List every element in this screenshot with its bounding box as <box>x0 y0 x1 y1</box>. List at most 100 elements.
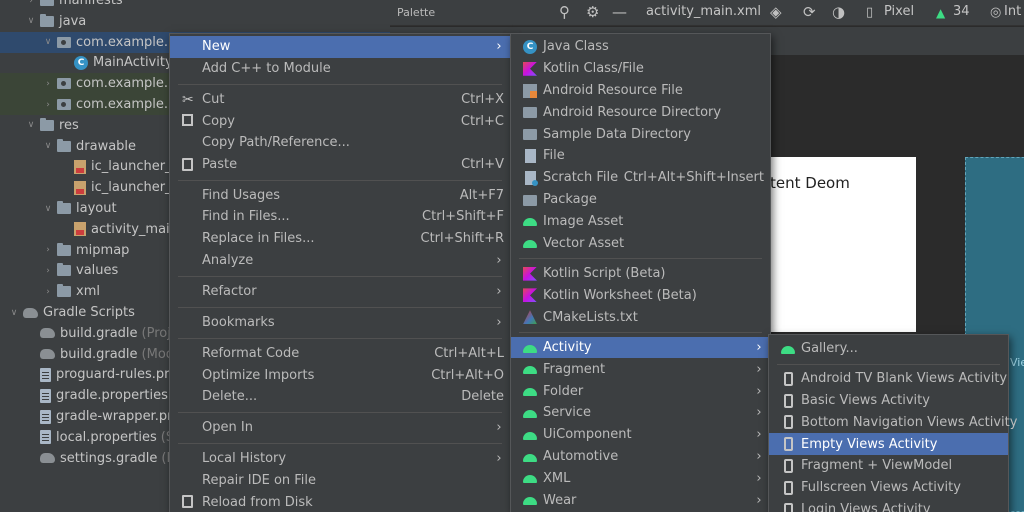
new-item-sample-data-directory[interactable]: Sample Data Directory <box>511 123 770 145</box>
menu-item-bookmarks[interactable]: Bookmarks › <box>170 312 510 334</box>
new-item-service[interactable]: Service › <box>511 402 770 424</box>
chevron-down-icon[interactable]: ∨ <box>25 120 37 130</box>
menu-item-reload-from-disk[interactable]: Reload from Disk <box>170 491 510 512</box>
activity-item-fullscreen-views-activity[interactable]: Fullscreen Views Activity <box>769 477 1008 499</box>
menu-item-paste[interactable]: Paste Ctrl+V <box>170 154 510 176</box>
new-item-uicomponent[interactable]: UiComponent › <box>511 424 770 446</box>
menu-separator <box>519 332 762 334</box>
menu-item-delete[interactable]: Delete... Delete <box>170 386 510 408</box>
menu-item-find-in-files[interactable]: Find in Files... Ctrl+Shift+F <box>170 206 510 228</box>
new-item-package[interactable]: Package <box>511 189 770 211</box>
minimize-icon[interactable]: — <box>612 3 627 21</box>
tree-row-java[interactable]: ∨ java <box>0 11 390 32</box>
new-item-folder[interactable]: Folder › <box>511 380 770 402</box>
orientation-icon[interactable]: ⟳ <box>803 3 816 21</box>
menu-item-local-history[interactable]: Local History › <box>170 448 510 470</box>
activity-item-empty-views-activity[interactable]: Empty Views Activity <box>769 433 1008 455</box>
chevron-down-icon[interactable]: ∨ <box>42 141 54 151</box>
activity-item-login-views-activity[interactable]: Login Views Activity <box>769 499 1008 512</box>
layout-file-tab[interactable]: activity_main.xml <box>646 4 761 19</box>
tree-row-manifests[interactable]: › manifests <box>0 0 390 11</box>
kotlin-icon <box>523 266 537 281</box>
new-item-fragment[interactable]: Fragment › <box>511 358 770 380</box>
globe-icon[interactable]: ◎ <box>990 5 1001 20</box>
new-item-android-resource-directory[interactable]: Android Resource Directory <box>511 101 770 123</box>
new-item-kotlin-worksheet-beta[interactable]: Kotlin Worksheet (Beta) <box>511 284 770 306</box>
menu-item-open-in[interactable]: Open In › <box>170 417 510 439</box>
new-item-vector-asset[interactable]: Vector Asset <box>511 232 770 254</box>
menu-item-analyze[interactable]: Analyze › <box>170 249 510 271</box>
menu-item-new[interactable]: New › <box>170 36 510 58</box>
chevron-right-icon[interactable]: › <box>42 79 54 89</box>
new-item-automotive[interactable]: Automotive › <box>511 446 770 468</box>
api-level-selector[interactable]: 34 <box>953 4 970 19</box>
device-icon[interactable]: ▯ <box>866 5 873 20</box>
menu-item-label: Open In <box>202 420 253 436</box>
chevron-right-icon[interactable]: › <box>42 287 54 297</box>
new-item-kotlin-class-file[interactable]: Kotlin Class/File <box>511 58 770 80</box>
menu-item-refactor[interactable]: Refactor › <box>170 281 510 303</box>
gear-icon[interactable]: ⚙ <box>586 3 599 21</box>
chevron-down-icon[interactable]: ∨ <box>25 16 37 26</box>
new-item-activity[interactable]: Activity › <box>511 336 770 359</box>
menu-item-copy[interactable]: Copy Ctrl+C <box>170 110 510 132</box>
new-item-android-resource-file[interactable]: Android Resource File <box>511 80 770 102</box>
new-item-cmakelists-txt[interactable]: CMakeLists.txt <box>511 306 770 328</box>
new-submenu: C Java Class Kotlin Class/File Android Reso… <box>510 33 771 512</box>
chevron-down-icon[interactable]: ∨ <box>42 37 54 47</box>
night-mode-icon[interactable]: ◑ <box>832 3 845 21</box>
locale-selector[interactable]: Int <box>1004 4 1021 19</box>
menu-item-reformat-code[interactable]: Reformat Code Ctrl+Alt+L <box>170 343 510 365</box>
preview-textview[interactable]: tent Deom <box>770 174 850 192</box>
submenu-arrow-icon: › <box>756 492 762 508</box>
menu-item-cut[interactable]: ✂ Cut Ctrl+X <box>170 89 510 111</box>
search-icon[interactable]: ⚲ <box>559 3 570 21</box>
menu-item-replace-in-files[interactable]: Replace in Files... Ctrl+Shift+R <box>170 228 510 250</box>
new-item-file[interactable]: File <box>511 145 770 167</box>
chevron-right-icon[interactable]: › <box>42 100 54 110</box>
context-menu: New › Add C++ to Module ✂ Cut Ctrl+X Copy Ctrl+… <box>169 33 511 512</box>
xml-file-icon <box>74 222 86 237</box>
menu-item-shortcut: Ctrl+Shift+R <box>420 231 505 247</box>
activity-item-fragment-viewmodel[interactable]: Fragment + ViewModel <box>769 455 1008 477</box>
new-item-xml[interactable]: XML › <box>511 467 770 489</box>
menu-item-find-usages[interactable]: Find Usages Alt+F7 <box>170 185 510 207</box>
gradle-icon <box>40 349 55 360</box>
tree-row-label: settings.gradle <box>60 450 158 466</box>
activity-item-basic-views-activity[interactable]: Basic Views Activity <box>769 390 1008 412</box>
menu-item-label: Local History <box>202 451 287 467</box>
menu-item-label: Fragment <box>543 361 606 377</box>
menu-item-optimize-imports[interactable]: Optimize Imports Ctrl+Alt+O <box>170 364 510 386</box>
activity-item-gallery[interactable]: Gallery... <box>769 338 1008 360</box>
activity-item-android-tv-blank-views-activity[interactable]: Android TV Blank Views Activity <box>769 368 1008 390</box>
menu-separator <box>178 337 502 339</box>
menu-separator <box>777 363 1000 365</box>
menu-separator <box>178 83 502 85</box>
design-surface-icon[interactable]: ◈ <box>770 3 782 21</box>
submenu-arrow-icon: › <box>496 420 502 436</box>
new-item-image-asset[interactable]: Image Asset <box>511 210 770 232</box>
submenu-arrow-icon: › <box>756 470 762 486</box>
chevron-down-icon[interactable]: ∨ <box>8 308 20 318</box>
kotlin-icon <box>523 288 537 303</box>
menu-item-label: Basic Views Activity <box>801 392 930 408</box>
new-item-java-class[interactable]: C Java Class <box>511 36 770 58</box>
menu-item-repair-ide-on-file[interactable]: Repair IDE on File <box>170 470 510 492</box>
menu-item-copy-path-reference[interactable]: Copy Path/Reference... <box>170 132 510 154</box>
menu-item-shortcut: Ctrl+Shift+F <box>422 209 504 225</box>
folder-icon <box>40 117 54 131</box>
new-item-scratch-file[interactable]: Scratch File Ctrl+Alt+Shift+Insert <box>511 167 770 189</box>
menu-item-label: Kotlin Worksheet (Beta) <box>543 287 697 303</box>
gradle-icon <box>23 307 38 318</box>
new-item-wear[interactable]: Wear › <box>511 489 770 511</box>
new-item-kotlin-script-beta[interactable]: Kotlin Script (Beta) <box>511 263 770 285</box>
chevron-down-icon[interactable]: ∨ <box>42 204 54 214</box>
activity-item-bottom-navigation-views-activity[interactable]: Bottom Navigation Views Activity <box>769 411 1017 433</box>
chevron-right-icon[interactable]: › <box>25 0 37 6</box>
scratch-file-icon <box>525 170 538 186</box>
palette-label[interactable]: Palette <box>397 6 435 19</box>
chevron-right-icon[interactable]: › <box>42 266 54 276</box>
menu-item-add-c-to-module[interactable]: Add C++ to Module <box>170 58 510 80</box>
device-selector[interactable]: Pixel <box>884 4 914 19</box>
chevron-right-icon[interactable]: › <box>42 245 54 255</box>
